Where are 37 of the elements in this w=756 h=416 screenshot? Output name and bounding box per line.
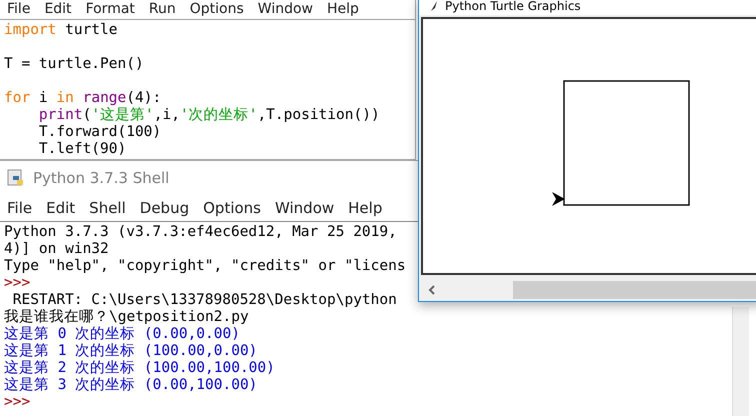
menu-item[interactable]: Format — [82, 1, 139, 17]
menu-item[interactable]: File — [3, 199, 36, 217]
code-line: T = turtle.Pen() — [4, 56, 144, 73]
menu-item[interactable]: Window — [254, 1, 317, 17]
menu-item[interactable]: Edit — [42, 199, 80, 217]
menu-item[interactable]: Run — [144, 1, 180, 17]
menu-item[interactable]: File — [3, 1, 34, 17]
scrollbar-thumb[interactable] — [513, 281, 756, 299]
scrollbar[interactable] — [732, 307, 749, 416]
menu-item[interactable]: Options — [186, 1, 248, 17]
code-line: for i in range(4): — [4, 90, 162, 107]
menu-item[interactable]: Debug — [136, 199, 194, 217]
shell-line: 这是第 2 次的坐标 (100.00,100.00) — [4, 360, 275, 377]
shell-prompt: >>> — [4, 394, 30, 411]
window-title: Python 3.7.3 Shell — [33, 169, 170, 187]
shell-line: Python 3.7.3 (v3.7.3:ef4ec6ed12, Mar 25 2019, — [4, 224, 397, 241]
scroll-left-icon[interactable] — [427, 284, 437, 296]
menu-item[interactable]: Help — [344, 199, 386, 217]
shell-prompt: >>> — [4, 275, 30, 292]
menu-item[interactable]: Window — [271, 199, 338, 217]
menu-item[interactable]: Help — [323, 1, 363, 17]
shell-line: 这是第 3 次的坐标 (0.00,100.00) — [4, 377, 258, 394]
feather-icon — [429, 0, 439, 12]
shell-line: Type "help", "copyright", "credits" or "licens — [4, 258, 406, 275]
code-line: T.forward(100) — [38, 124, 162, 141]
shell-line: 我是谁我在哪？\getposition2.py — [4, 309, 249, 326]
shell-line: 这是第 0 次的坐标 (0.00,0.00) — [4, 326, 240, 343]
menu-item[interactable]: Edit — [40, 1, 76, 17]
menu-item[interactable]: Options — [199, 199, 265, 217]
code-line: T.left(90) — [38, 141, 126, 158]
menu-item[interactable]: Shell — [85, 199, 130, 217]
shell-line: RESTART: C:\Users\13378980528\Desktop\python — [12, 292, 397, 309]
code-line: import turtle — [4, 22, 118, 39]
shell-line: 4)] on win32 — [4, 241, 109, 258]
code-line: print('这是第',i,'次的坐标',T.position()) — [38, 107, 380, 124]
window-title: Python Turtle Graphics — [445, 0, 581, 13]
shell-line: 这是第 1 次的坐标 (100.00,0.00) — [4, 343, 258, 360]
